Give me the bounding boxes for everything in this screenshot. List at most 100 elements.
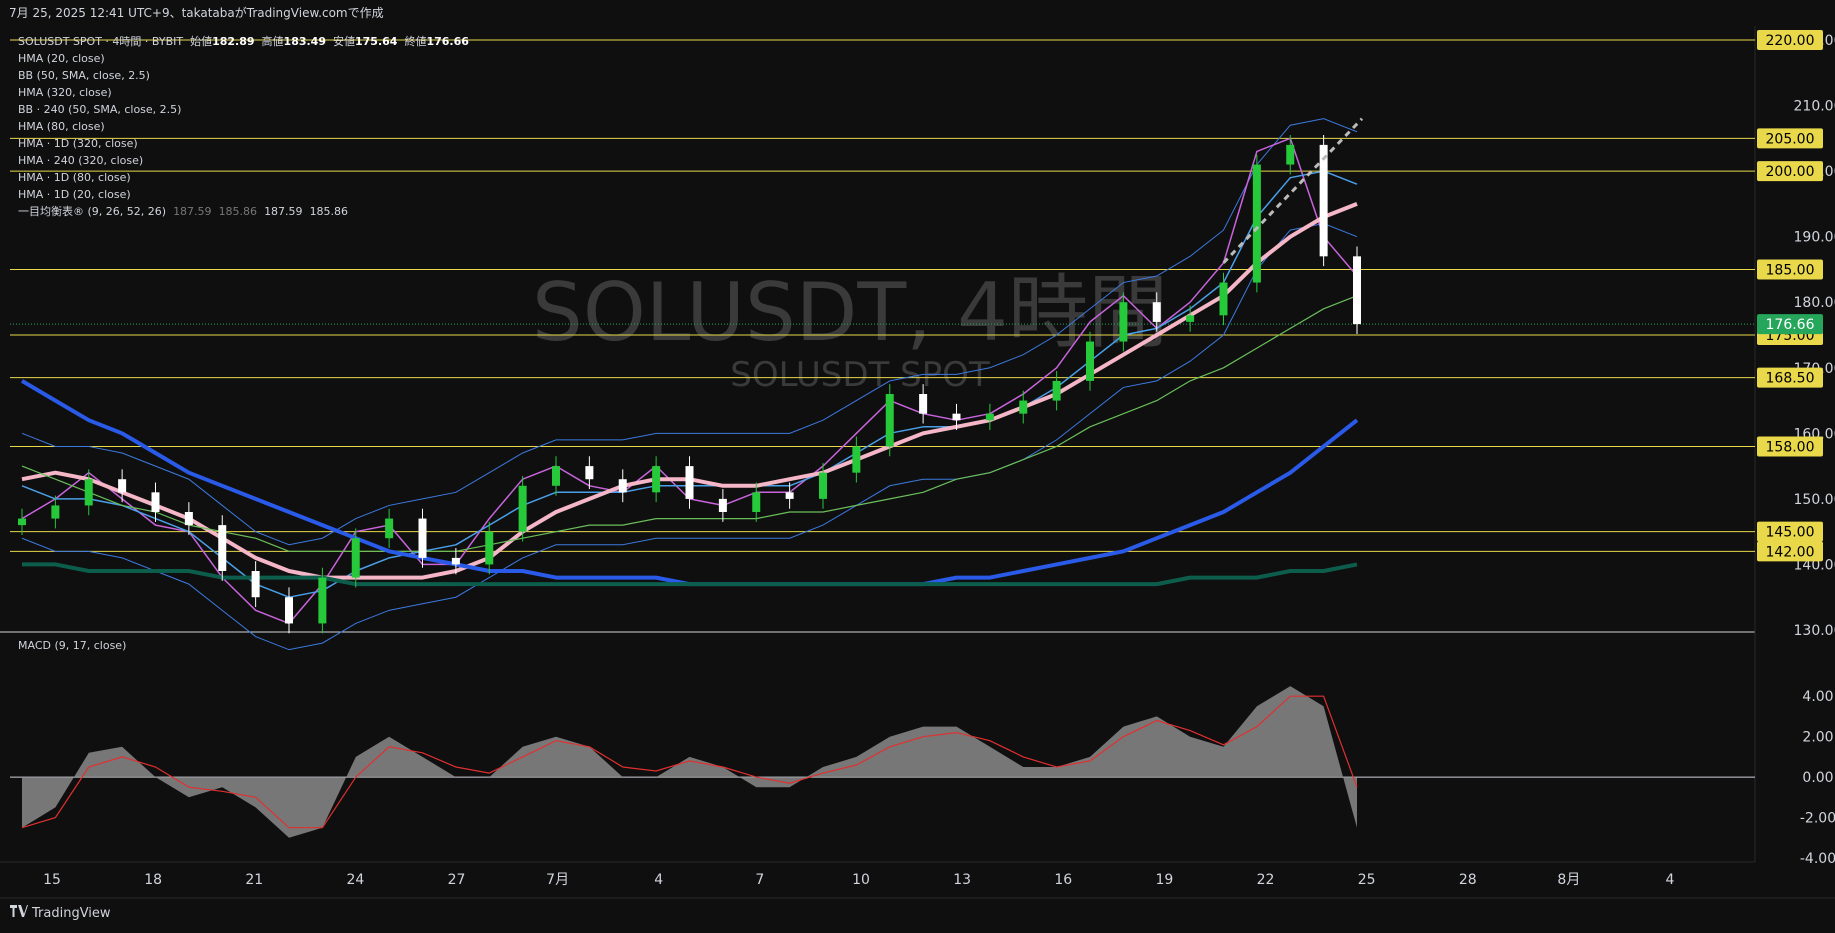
legend-indicator[interactable]: HMA · 1D (20, close) [18,186,469,203]
time-tick-label: 18 [144,872,162,888]
candle-body [985,413,994,421]
candle-body [952,413,961,421]
ohlc-low-value: 175.64 [355,35,398,48]
legend-indicator[interactable]: BB (50, SMA, close, 2.5) [18,67,469,84]
footer-brand: TradingView [32,905,111,921]
time-tick-label: 13 [953,872,971,888]
candle-body [1052,380,1061,401]
legend-ichimoku[interactable]: 一目均衡表® (9, 26, 52, 26) 187.59 185.86 187… [18,203,469,220]
price-tick-label: 190.00 [1794,230,1835,246]
ichimoku-value: 187.59 [173,205,212,218]
last-price-label: 176.66 [1766,317,1815,333]
price-tick-label: 150.00 [1794,492,1835,508]
candle-body [852,446,861,473]
time-tick-label: 19 [1155,872,1173,888]
candle-body [51,505,60,519]
time-tick-label: 27 [448,872,466,888]
candle-body [18,518,26,526]
candle-body [1152,302,1161,322]
level-tag-label: 158.00 [1766,439,1815,455]
price-tick-label: 130.00 [1794,623,1835,639]
legend-indicator[interactable]: HMA · 1D (80, close) [18,169,469,186]
candle-body [318,577,327,624]
time-tick-label: 25 [1358,872,1376,888]
time-tick-label: 4 [1666,872,1675,888]
candle-body [1353,256,1361,325]
ohlc-close-label: 終値 [404,35,427,48]
ichimoku-value: 187.59 [264,205,303,218]
candle-body [652,466,661,493]
legend-indicator[interactable]: HMA · 1D (320, close) [18,135,469,152]
candle-body [785,492,794,499]
ichimoku-label: 一目均衡表® (9, 26, 52, 26) [18,205,167,218]
symbol-label: SOLUSDT SPOT · 4時間 · BYBIT [18,35,184,48]
candle-body [1186,315,1195,322]
level-tag-label: 220.00 [1766,33,1815,49]
candle-body [485,531,494,565]
chart-legend: SOLUSDT SPOT · 4時間 · BYBIT 始値182.89 高値18… [18,33,469,220]
candle-body [1286,144,1295,165]
ohlc-high-label: 高値 [261,35,284,48]
time-tick-label: 4 [654,872,663,888]
candle-body [1119,302,1128,342]
time-tick-label: 10 [852,872,870,888]
footer[interactable]: TradingView [10,905,111,921]
macd-tick-label: -2.00 [1800,811,1835,827]
candle-body [618,479,627,493]
tradingview-logo-icon [10,905,28,921]
time-tick-label: 16 [1054,872,1072,888]
ichimoku-value: 185.86 [309,205,349,218]
candle-body [451,557,460,565]
legend-indicator[interactable]: HMA (20, close) [18,50,469,67]
candle-body [385,518,394,539]
time-tick-label: 28 [1459,872,1477,888]
legend-indicator[interactable]: HMA (80, close) [18,118,469,135]
level-tag-label: 185.00 [1766,262,1815,278]
candle-body [819,472,827,499]
ohlc-close-value: 176.66 [426,35,469,48]
candle-body [351,538,360,578]
macd-legend[interactable]: MACD (9, 17, close) [18,639,126,652]
legend-indicator[interactable]: HMA (320, close) [18,84,469,101]
price-tick-label: 210.00 [1794,99,1835,115]
candle-body [1086,341,1094,381]
legend-indicator[interactable]: BB · 240 (50, SMA, close, 2.5) [18,101,469,118]
macd-tick-label: -4.00 [1800,851,1835,867]
candle-body [151,492,160,512]
ichimoku-value: 185.86 [218,205,258,218]
level-tag-label: 145.00 [1766,525,1815,541]
candle-body [418,518,427,558]
candle-body [1019,400,1028,414]
candle-body [251,571,260,598]
candle-body [685,466,694,499]
legend-indicator[interactable]: HMA · 240 (320, close) [18,152,469,169]
candle-body [552,466,560,486]
level-tag-label: 205.00 [1766,131,1815,147]
time-tick-label: 21 [245,872,263,888]
candle-body [1252,164,1261,283]
candle-body [919,394,928,414]
candle-body [1319,144,1328,257]
candle-body [585,466,594,480]
candle-body [118,479,127,493]
macd-tick-label: 4.00 [1802,689,1833,705]
macd-tick-label: 0.00 [1802,770,1833,786]
time-tick-label: 8月 [1557,872,1580,888]
candle-body [752,492,761,512]
candle-body [218,525,227,571]
candle-body [285,597,293,624]
ohlc-low-label: 安値 [333,35,355,48]
macd-tick-label: 2.00 [1802,730,1833,746]
candle-body [518,485,527,532]
time-tick-label: 7 [755,872,764,888]
level-tag-label: 142.00 [1766,544,1815,560]
candle-body [718,498,727,512]
time-tick-label: 7月 [546,872,569,888]
ohlc-open-value: 182.89 [212,35,255,48]
time-tick-label: 22 [1257,872,1275,888]
level-tag-label: 200.00 [1766,164,1815,180]
ohlc-open-label: 始値 [190,35,213,48]
ohlc-high-value: 183.49 [283,35,326,48]
legend-symbol-row: SOLUSDT SPOT · 4時間 · BYBIT 始値182.89 高値18… [18,33,469,50]
candle-body [184,512,193,526]
